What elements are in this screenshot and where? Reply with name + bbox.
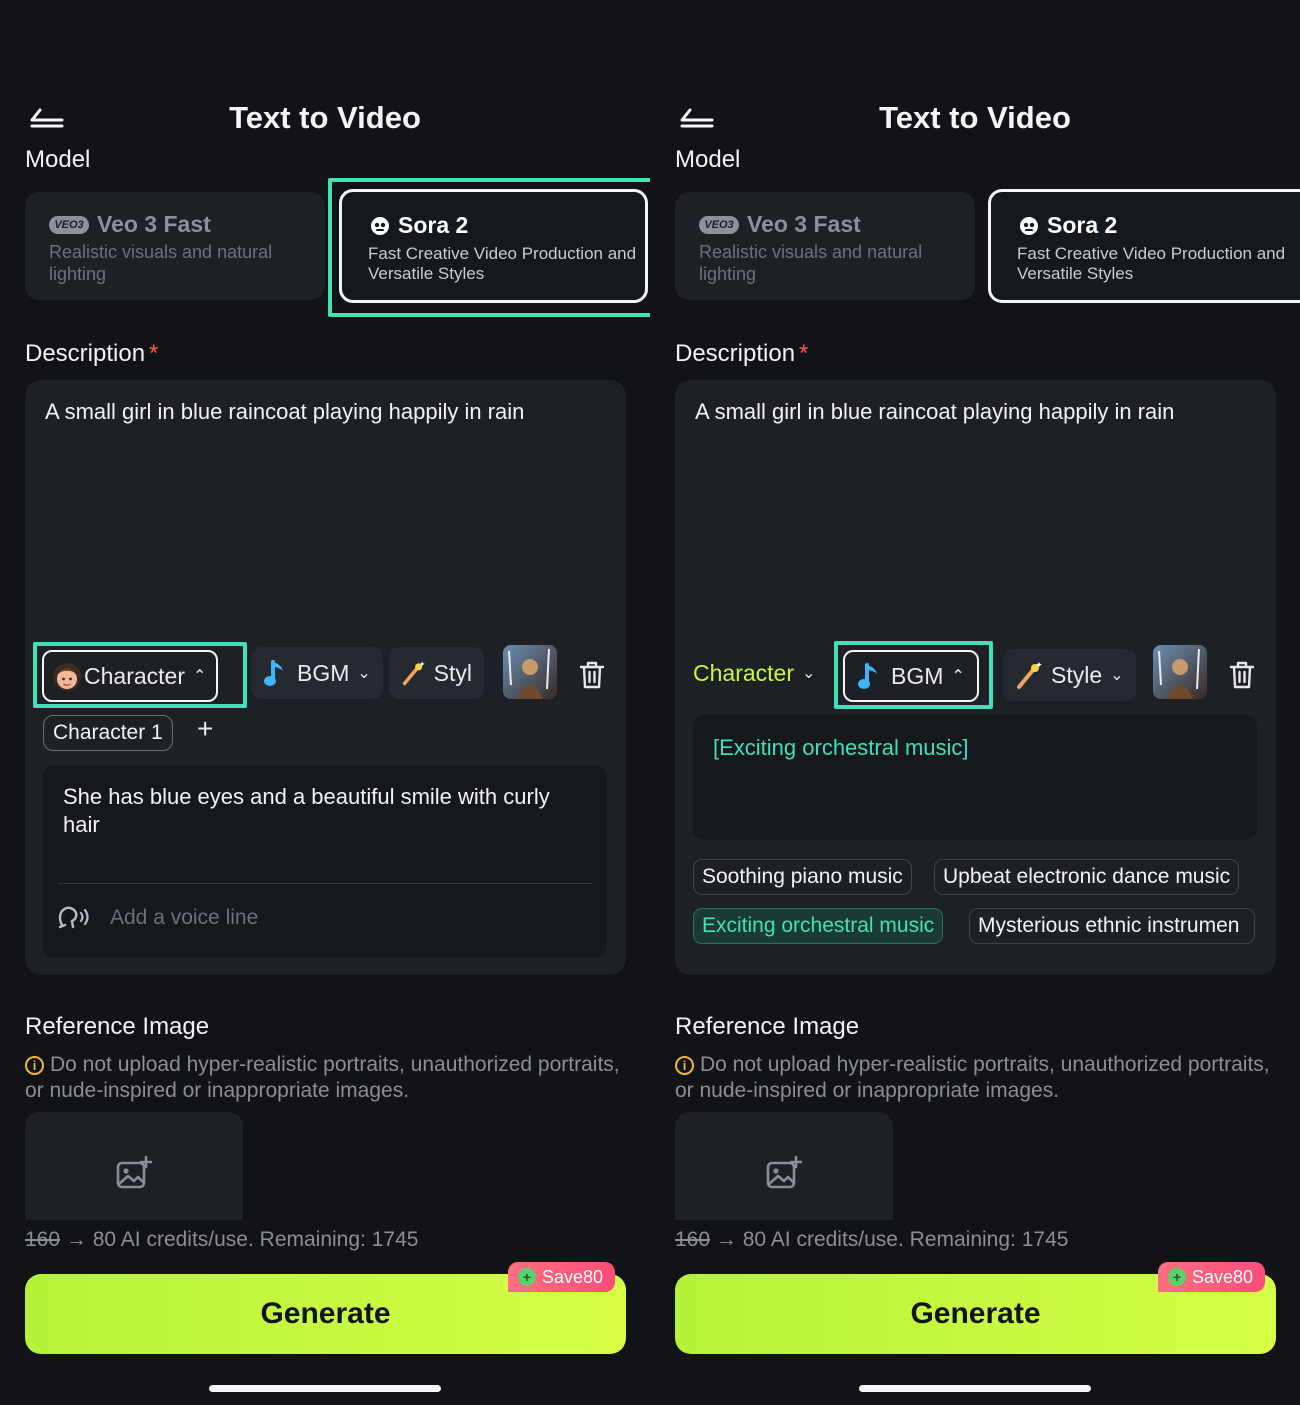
character-tag-1[interactable]: Character 1 — [43, 715, 173, 751]
description-box[interactable]: A small girl in blue raincoat playing ha… — [675, 380, 1276, 975]
sora-logo-icon — [1020, 216, 1038, 235]
voice-line-input[interactable]: Add a voice line — [110, 906, 258, 930]
style-chip[interactable]: Styl — [389, 647, 484, 699]
model-card-sora-2[interactable]: Sora 2 Fast Creative Video Production an… — [988, 189, 1300, 303]
save-coin-icon: + — [1168, 1268, 1186, 1286]
model-card-veo3-fast[interactable]: VEO3 Veo 3 Fast Realistic visuals and na… — [675, 192, 975, 300]
style-thumbnail-image[interactable] — [503, 645, 557, 699]
character-description-text[interactable]: She has blue eyes and a beautiful smile … — [63, 783, 583, 839]
info-icon: i — [25, 1056, 44, 1075]
upload-image-button[interactable] — [675, 1112, 893, 1220]
required-asterisk: * — [799, 340, 809, 367]
model-description: Realistic visuals and natural lighting — [699, 242, 923, 284]
credits-info: 160 → 80 AI credits/use. Remaining: 1745 — [25, 1228, 419, 1251]
description-text[interactable]: A small girl in blue raincoat playing ha… — [695, 398, 1265, 426]
magic-wand-icon — [402, 661, 425, 686]
description-text[interactable]: A small girl in blue raincoat playing ha… — [45, 398, 615, 426]
credits-old-price: 160 — [675, 1228, 711, 1251]
bgm-suggestion-chip-active[interactable]: Exciting orchestral music — [693, 908, 944, 944]
save-badge: + Save80 — [1158, 1262, 1266, 1292]
model-name: Sora 2 — [398, 212, 469, 238]
bgm-prompt-box[interactable]: [Exciting orchestral music] — [693, 715, 1257, 840]
model-description: Fast Creative Video Production and Versa… — [368, 244, 637, 283]
save-coin-icon: + — [518, 1268, 536, 1286]
credits-old-price: 160 — [25, 1228, 61, 1251]
upload-warning: i Do not upload hyper-realistic portraits… — [25, 1053, 620, 1102]
chevron-down-icon: ⌄ — [357, 665, 371, 682]
model-name: Veo 3 Fast — [747, 211, 861, 237]
model-description: Fast Creative Video Production and Versa… — [1017, 244, 1286, 283]
bgm-suggestion-chip[interactable]: Upbeat electronic dance music — [934, 859, 1240, 895]
bgm-prompt-text[interactable]: [Exciting orchestral music] — [713, 735, 969, 761]
voice-speaking-icon[interactable] — [57, 903, 91, 933]
page-title: Text to Video — [229, 100, 421, 135]
chevron-down-icon: ⌄ — [801, 665, 816, 682]
description-box[interactable]: A small girl in blue raincoat playing ha… — [25, 380, 626, 975]
add-image-icon — [766, 1155, 802, 1189]
trash-icon[interactable] — [1229, 661, 1255, 689]
required-asterisk: * — [149, 340, 159, 367]
add-image-icon — [116, 1155, 152, 1189]
description-label: Description * — [675, 340, 809, 367]
character-chip[interactable]: Character ⌃ — [42, 650, 219, 702]
description-label: Description * — [25, 340, 159, 367]
model-label: Model — [25, 146, 91, 173]
chevron-up-icon: ⌃ — [192, 668, 207, 685]
model-card-veo3-fast[interactable]: VEO3 Veo 3 Fast Realistic visuals and na… — [25, 192, 325, 300]
sora-logo-icon — [371, 216, 389, 235]
info-icon: i — [675, 1056, 694, 1075]
veo-badge-icon: VEO3 — [49, 215, 89, 234]
home-indicator[interactable] — [209, 1385, 441, 1392]
chevron-down-icon: ⌄ — [1110, 667, 1124, 684]
model-description: Realistic visuals and natural lighting — [49, 242, 273, 284]
home-indicator[interactable] — [859, 1385, 1091, 1392]
character-avatar-icon — [53, 663, 81, 691]
character-description-box[interactable]: She has blue eyes and a beautiful smile … — [43, 765, 607, 958]
model-label: Model — [675, 146, 741, 173]
bgm-suggestion-chip[interactable]: Mysterious ethnic instrumen — [969, 908, 1255, 944]
magic-wand-icon — [1017, 662, 1042, 689]
character-chip[interactable]: Character ⌄ — [685, 647, 824, 699]
model-card-sora-2[interactable]: Sora 2 Fast Creative Video Production an… — [339, 189, 648, 303]
page-title: Text to Video — [879, 100, 1071, 135]
bgm-chip[interactable]: BGM ⌄ — [251, 647, 383, 699]
upload-warning: i Do not upload hyper-realistic portraits… — [675, 1053, 1270, 1102]
trash-icon[interactable] — [579, 661, 605, 689]
style-chip[interactable]: Style ⌄ — [1003, 649, 1136, 701]
reference-image-label: Reference Image — [25, 1013, 210, 1040]
veo-badge-icon: VEO3 — [699, 215, 739, 234]
screen-character-expanded: Text to Video Model VEO3 Veo 3 Fast Real… — [0, 0, 650, 1405]
save-badge: + Save80 — [508, 1262, 616, 1292]
model-name: Sora 2 — [1047, 212, 1118, 238]
chevron-up-icon: ⌃ — [951, 668, 965, 685]
bgm-chip[interactable]: BGM ⌃ — [843, 650, 979, 702]
reference-image-label: Reference Image — [675, 1013, 860, 1040]
divider — [58, 883, 592, 884]
upload-image-button[interactable] — [25, 1112, 243, 1220]
screen-bgm-expanded: Text to Video Model VEO3 Veo 3 Fast Real… — [650, 0, 1300, 1405]
credits-info: 160 → 80 AI credits/use. Remaining: 1745 — [675, 1228, 1069, 1251]
model-name: Veo 3 Fast — [97, 211, 211, 237]
add-character-button[interactable]: + — [197, 713, 213, 745]
bgm-suggestion-chip[interactable]: Soothing piano music — [693, 859, 912, 895]
style-thumbnail-image[interactable] — [1153, 645, 1207, 699]
music-note-icon — [264, 660, 283, 686]
music-note-icon — [858, 663, 877, 689]
